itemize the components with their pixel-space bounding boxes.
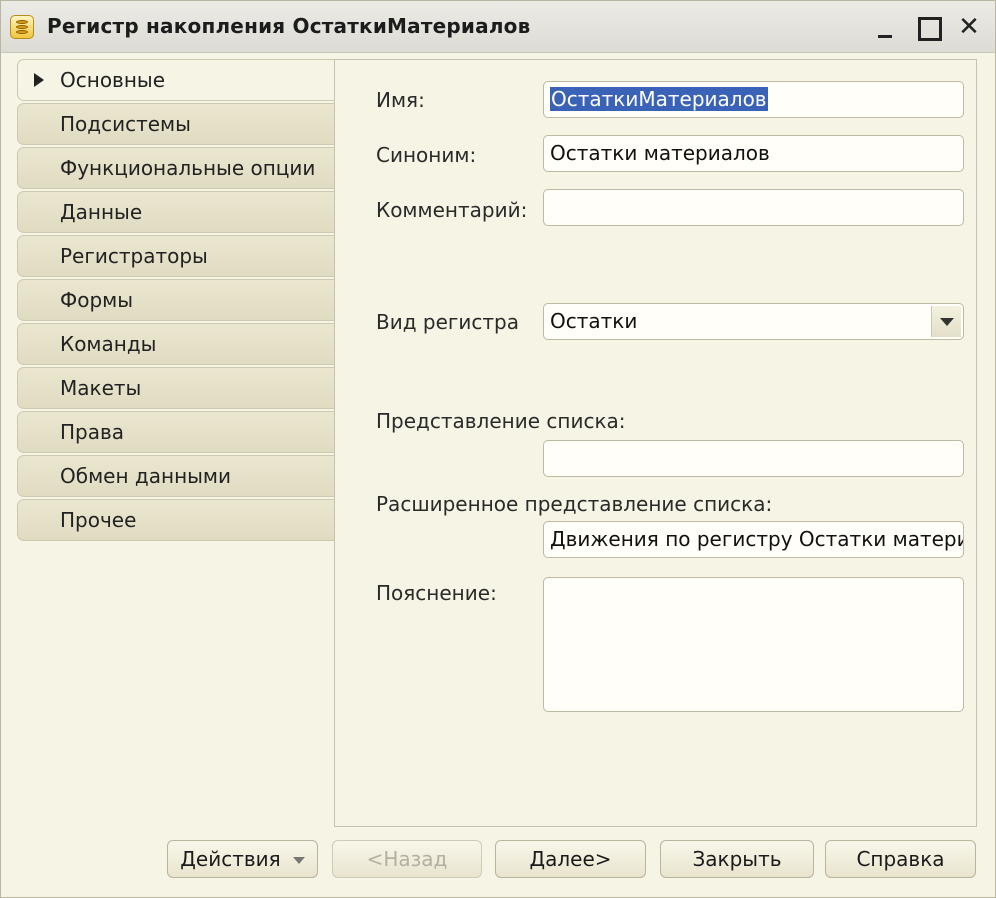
- register-kind-label: Вид регистра: [376, 310, 520, 334]
- tab-commands[interactable]: Команды: [17, 323, 335, 365]
- register-kind-value: Остатки: [550, 309, 638, 333]
- tab-label: Подсистемы: [60, 112, 191, 136]
- metadata-editor-window: Регистр накопления ОстаткиМатериалов ✕ О…: [0, 0, 996, 898]
- back-button[interactable]: <Назад: [332, 840, 482, 878]
- minimize-icon[interactable]: [869, 11, 901, 43]
- tab-label: Данные: [60, 200, 143, 224]
- name-field[interactable]: ОстаткиМатериалов: [543, 81, 964, 118]
- tab-other[interactable]: Прочее: [17, 499, 335, 541]
- list-presentation-label: Представление списка:: [376, 409, 626, 433]
- current-tab-arrow-icon: [34, 73, 44, 87]
- tab-functional-options[interactable]: Функциональные опции: [17, 147, 335, 189]
- help-button[interactable]: Справка: [825, 840, 976, 878]
- name-value: ОстаткиМатериалов: [550, 87, 768, 111]
- tab-label: Прочее: [60, 508, 137, 532]
- close-button[interactable]: Закрыть: [660, 840, 814, 878]
- tab-label: Функциональные опции: [60, 156, 316, 180]
- register-kind-select[interactable]: Остатки: [543, 303, 964, 340]
- accumulation-register-icon: [10, 15, 34, 39]
- comment-field[interactable]: [543, 189, 964, 226]
- title-bar[interactable]: Регистр накопления ОстаткиМатериалов ✕: [1, 1, 995, 53]
- tab-label: Основные: [60, 68, 166, 92]
- tab-forms[interactable]: Формы: [17, 279, 335, 321]
- tab-label: Регистраторы: [60, 244, 208, 268]
- window-title: Регистр накопления ОстаткиМатериалов: [47, 14, 531, 38]
- tab-main[interactable]: Основные: [17, 59, 335, 101]
- tab-subsystems[interactable]: Подсистемы: [17, 103, 335, 145]
- tab-label: Формы: [60, 288, 134, 312]
- tab-templates[interactable]: Макеты: [17, 367, 335, 409]
- tab-label: Обмен данными: [60, 464, 232, 488]
- next-button[interactable]: Далее>: [495, 840, 646, 878]
- name-label: Имя:: [376, 88, 425, 112]
- tab-label: Права: [60, 420, 125, 444]
- tab-label: Макеты: [60, 376, 142, 400]
- section-tabs: Основные Подсистемы Функциональные опции…: [17, 59, 335, 543]
- close-icon[interactable]: ✕: [953, 11, 985, 43]
- comment-label: Комментарий:: [376, 198, 528, 222]
- actions-label: Действия: [180, 847, 281, 871]
- ext-list-presentation-field[interactable]: Движения по регистру Остатки материалов: [543, 521, 964, 558]
- tab-rights[interactable]: Права: [17, 411, 335, 453]
- synonym-field[interactable]: Остатки материалов: [543, 135, 964, 172]
- list-presentation-field[interactable]: [543, 440, 964, 477]
- ext-list-presentation-label: Расширенное представление списка:: [376, 492, 773, 516]
- actions-button[interactable]: Действия: [167, 840, 318, 878]
- explanation-label: Пояснение:: [376, 581, 497, 605]
- synonym-label: Синоним:: [376, 143, 477, 167]
- explanation-textarea[interactable]: [543, 577, 964, 712]
- tab-data[interactable]: Данные: [17, 191, 335, 233]
- tab-registrators[interactable]: Регистраторы: [17, 235, 335, 277]
- tab-label: Команды: [60, 332, 157, 356]
- tab-data-exchange[interactable]: Обмен данными: [17, 455, 335, 497]
- chevron-down-icon[interactable]: [931, 306, 961, 337]
- dropdown-arrow-icon: [292, 857, 305, 864]
- maximize-icon[interactable]: [911, 11, 943, 43]
